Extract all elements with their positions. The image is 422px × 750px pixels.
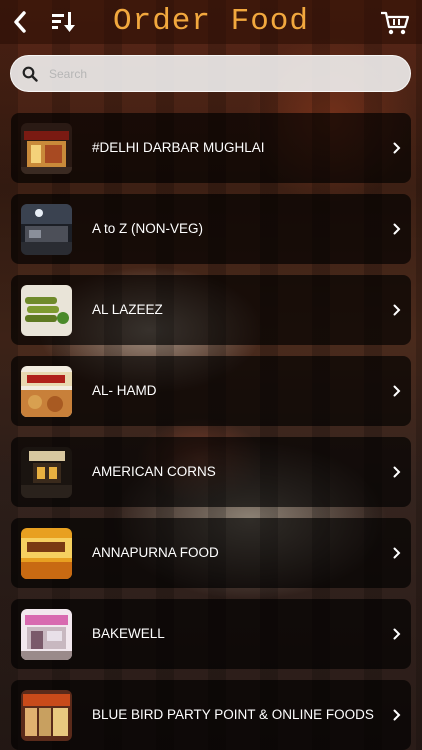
restaurant-item-blue-bird[interactable]: BLUE BIRD PARTY POINT & ONLINE FOODS: [11, 680, 411, 750]
search-input[interactable]: [49, 66, 389, 81]
chevron-right-icon: [393, 709, 401, 721]
search-icon: [21, 65, 39, 83]
chevron-right-icon: [393, 304, 401, 316]
navigation-bar: Order Food: [0, 0, 422, 44]
restaurant-name: BLUE BIRD PARTY POINT & ONLINE FOODS: [92, 707, 374, 722]
restaurant-item-delhi-darbar[interactable]: #DELHI DARBAR MUGHLAI: [11, 113, 411, 183]
restaurant-thumbnail: [21, 204, 72, 255]
chevron-right-icon: [393, 385, 401, 397]
page-title: Order Food: [112, 4, 310, 39]
restaurant-item-a-to-z[interactable]: A to Z (NON-VEG): [11, 194, 411, 264]
restaurant-thumbnail: [21, 528, 72, 579]
restaurant-item-al-lazeez[interactable]: AL LAZEEZ: [11, 275, 411, 345]
restaurant-name: AMERICAN CORNS: [92, 464, 216, 479]
restaurant-thumbnail: [21, 366, 72, 417]
restaurant-thumbnail: [21, 609, 72, 660]
restaurant-name: AL- HAMD: [92, 383, 157, 398]
chevron-right-icon: [393, 466, 401, 478]
restaurant-name: #DELHI DARBAR MUGHLAI: [92, 140, 265, 155]
chevron-right-icon: [393, 547, 401, 559]
restaurant-thumbnail: [21, 690, 72, 741]
restaurant-name: A to Z (NON-VEG): [92, 221, 204, 236]
search-bar: [10, 55, 411, 92]
restaurant-item-annapurna-food[interactable]: ANNAPURNA FOOD: [11, 518, 411, 588]
restaurant-thumbnail: [21, 447, 72, 498]
restaurant-name: BAKEWELL: [92, 626, 165, 641]
chevron-right-icon: [393, 628, 401, 640]
restaurant-item-al-hamd[interactable]: AL- HAMD: [11, 356, 411, 426]
chevron-right-icon: [393, 142, 401, 154]
chevron-right-icon: [393, 223, 401, 235]
restaurant-name: AL LAZEEZ: [92, 302, 163, 317]
restaurant-thumbnail: [21, 123, 72, 174]
cart-button[interactable]: [378, 8, 412, 38]
shopping-cart-icon: [381, 11, 410, 35]
restaurant-item-bakewell[interactable]: BAKEWELL: [11, 599, 411, 669]
restaurant-thumbnail: [21, 285, 72, 336]
restaurant-name: ANNAPURNA FOOD: [92, 545, 219, 560]
restaurant-item-american-corns[interactable]: AMERICAN CORNS: [11, 437, 411, 507]
